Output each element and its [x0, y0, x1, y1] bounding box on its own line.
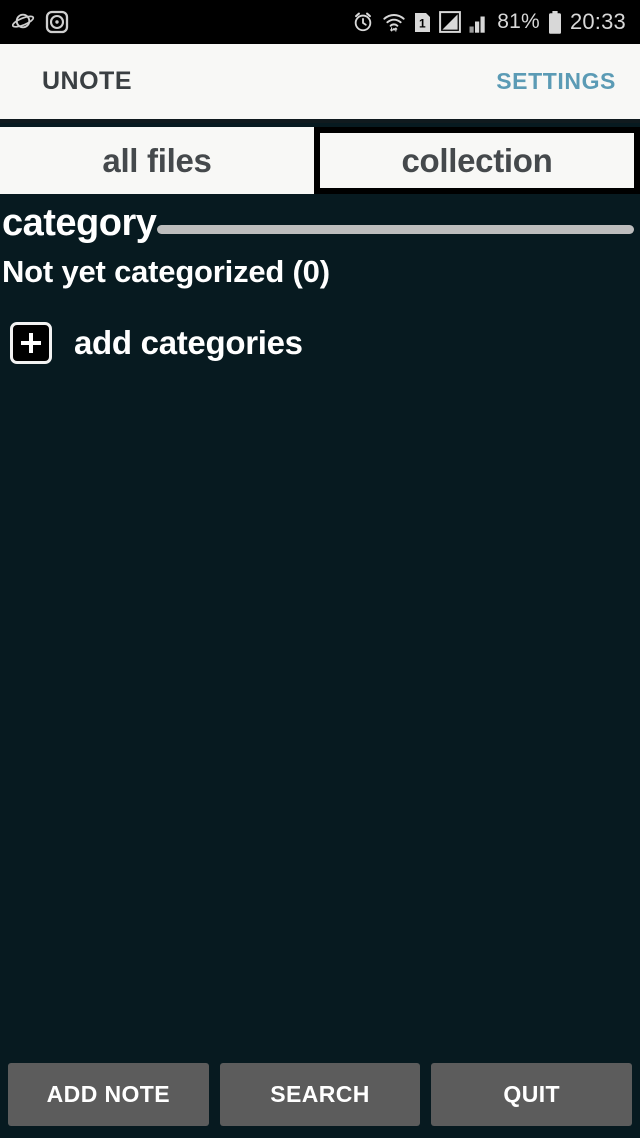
status-bar-left-icons	[11, 10, 69, 34]
add-categories-label: add categories	[74, 324, 303, 361]
signal-bars-icon	[469, 12, 489, 33]
app-header: UNOTE SETTINGS	[0, 44, 640, 123]
add-categories-row[interactable]: add categories	[0, 290, 640, 364]
plus-icon[interactable]	[10, 322, 52, 364]
add-note-button[interactable]: ADD NOTE	[8, 1062, 209, 1126]
disc-icon	[45, 10, 69, 34]
tab-all-files[interactable]: all files	[0, 127, 314, 194]
sim-card-icon: 1	[414, 12, 431, 33]
planet-icon	[11, 10, 36, 34]
search-button[interactable]: SEARCH	[219, 1062, 421, 1126]
category-divider-rule	[157, 225, 634, 234]
not-categorized-row[interactable]: Not yet categorized (0)	[0, 245, 640, 290]
status-bar-clock: 20:33	[569, 9, 626, 34]
battery-percent-label: 81%	[497, 10, 540, 33]
status-bar-right-icons: 1 81% 20:33	[352, 9, 626, 35]
svg-text:1: 1	[419, 16, 426, 30]
tab-bar: all files collection	[0, 127, 640, 194]
battery-icon	[548, 10, 562, 34]
quit-button[interactable]: QUIT	[431, 1062, 633, 1126]
category-title: category	[2, 202, 157, 244]
alarm-clock-icon	[352, 11, 374, 33]
content-area: category Not yet categorized (0) add cat…	[0, 194, 640, 1138]
category-section-header: category	[0, 194, 640, 245]
phone-screen: 1 81% 20:33 UNOTE SETTINGS all files col…	[0, 0, 640, 1138]
app-title: UNOTE	[42, 67, 132, 95]
wifi-icon	[382, 11, 406, 33]
signal-triangle-icon	[439, 11, 462, 33]
bottom-action-bar: ADD NOTE SEARCH QUIT	[0, 1050, 640, 1138]
settings-button[interactable]: SETTINGS	[496, 68, 616, 95]
status-bar: 1 81% 20:33	[0, 0, 640, 44]
tab-collection[interactable]: collection	[314, 127, 640, 194]
